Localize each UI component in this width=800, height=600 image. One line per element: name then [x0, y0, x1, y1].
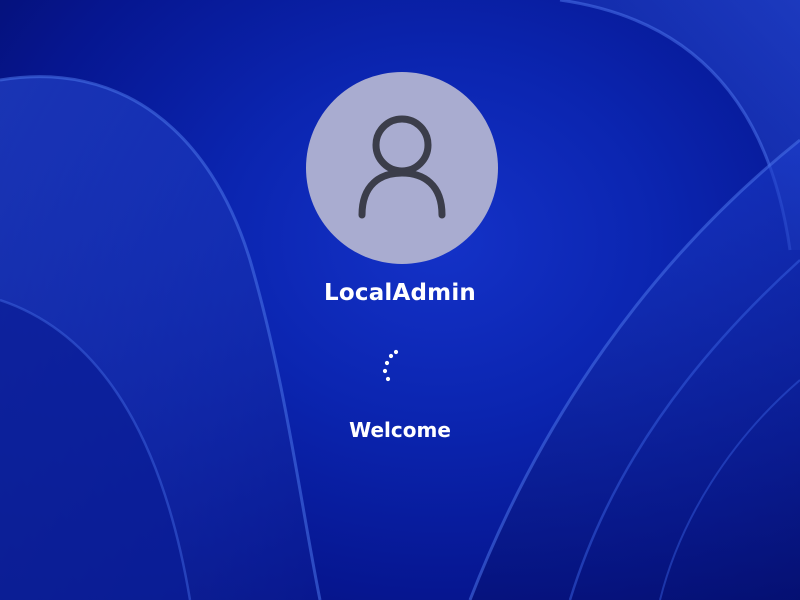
- status-text: Welcome: [349, 418, 451, 442]
- login-screen: LocalAdmin Welcome: [0, 0, 800, 600]
- login-panel: LocalAdmin Welcome: [0, 0, 800, 600]
- user-icon: [358, 115, 446, 219]
- username-label: LocalAdmin: [324, 280, 476, 306]
- user-avatar: [306, 72, 498, 264]
- loading-spinner-icon: [382, 349, 399, 382]
